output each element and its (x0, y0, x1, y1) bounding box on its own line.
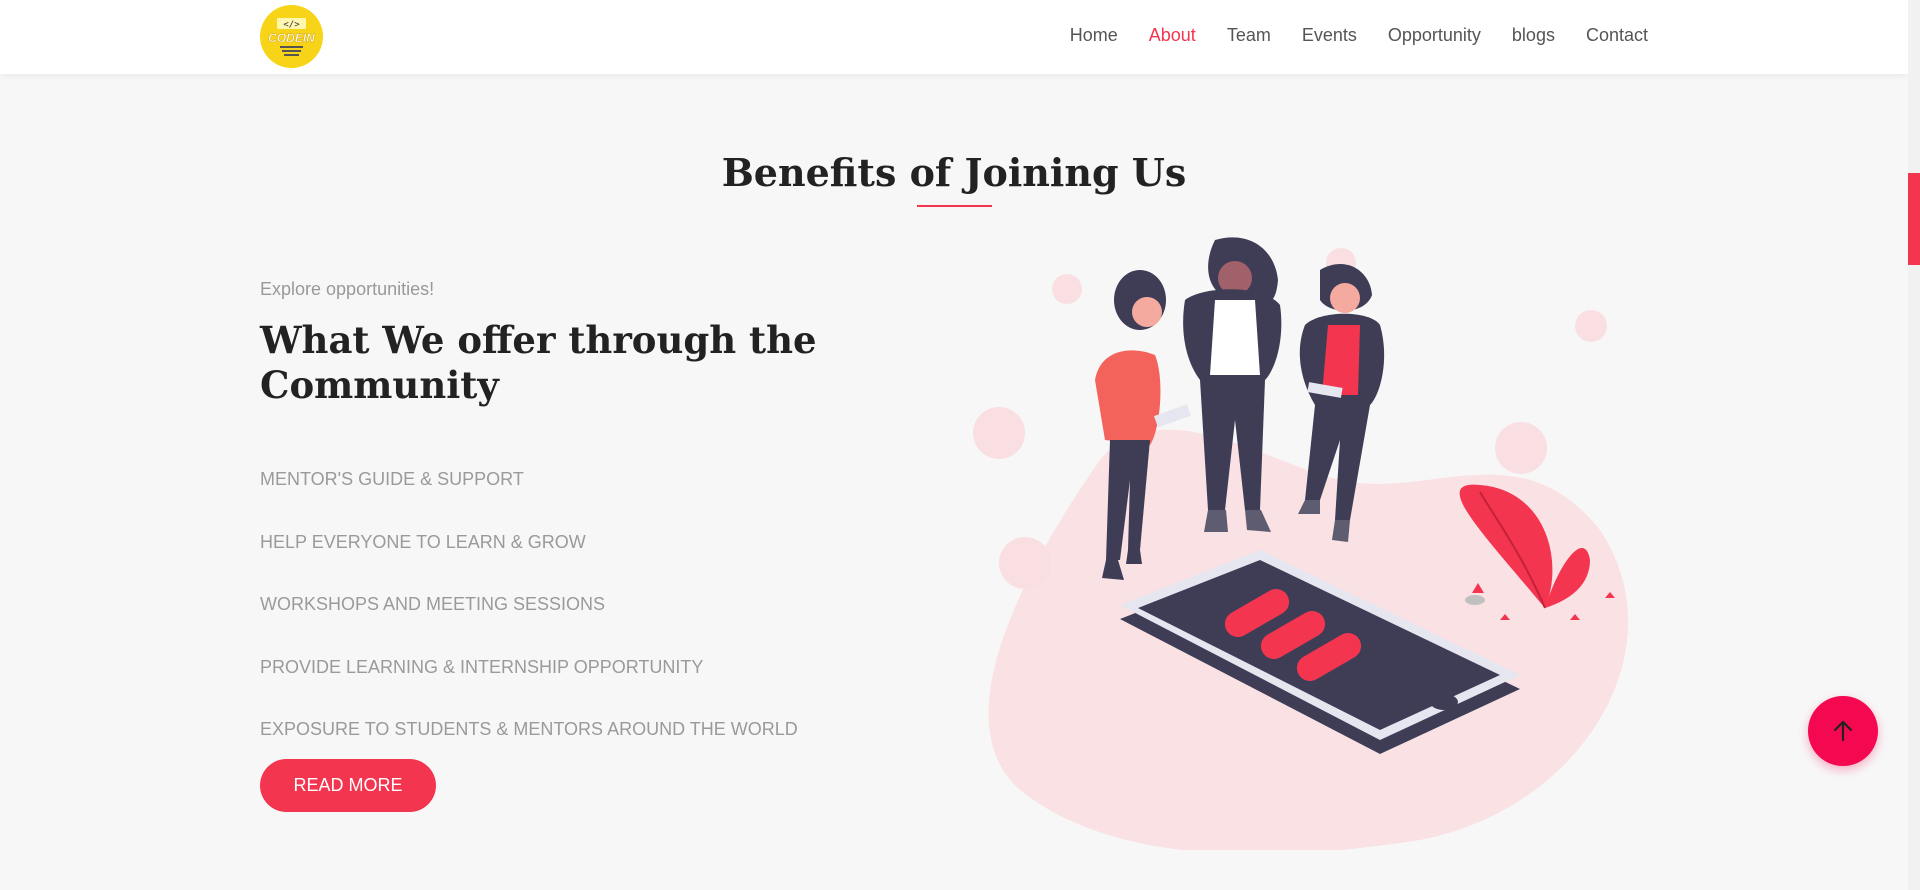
benefit-item: MENTOR'S GUIDE & SUPPORT (260, 469, 524, 489)
logo-wordmark: CODEIN (268, 31, 315, 45)
section-title: Benefits of Joining Us (721, 150, 1187, 195)
logo-code: </> (283, 20, 300, 30)
benefit-item: WORKSHOPS AND MEETING SESSIONS (260, 594, 606, 614)
benefit-item: HELP EVERYONE TO LEARN & GROW (260, 532, 586, 552)
nav-events[interactable]: Events (1302, 25, 1357, 46)
scrollbar-thumb[interactable] (1908, 173, 1920, 265)
team-phone-illustration (973, 237, 1628, 850)
back-to-top-button[interactable] (1808, 696, 1878, 766)
codein-logo[interactable]: </> CODEIN (260, 5, 323, 68)
nav-home[interactable]: Home (1070, 25, 1118, 46)
benefit-item: PROVIDE LEARNING & INTERNSHIP OPPORTUNIT… (260, 657, 704, 677)
scrollbar[interactable] (1908, 0, 1920, 890)
navbar: </> CODEIN Home About Team Events Opport… (0, 0, 1908, 74)
nav-about[interactable]: About (1149, 25, 1196, 46)
logo-graphic: </> CODEIN (260, 5, 323, 68)
nav-opportunity[interactable]: Opportunity (1388, 25, 1481, 46)
main-nav: Home About Team Events Opportunity blogs… (1039, 25, 1648, 46)
title-underline (917, 205, 992, 207)
offer-heading: What We offer through the Community (260, 318, 817, 407)
benefit-item: EXPOSURE TO STUDENTS & MENTORS AROUND TH… (260, 719, 798, 739)
arrow-up-icon (1833, 720, 1853, 742)
nav-blogs[interactable]: blogs (1512, 25, 1555, 46)
nav-contact[interactable]: Contact (1586, 25, 1648, 46)
offer-eyebrow: Explore opportunities! (260, 279, 435, 299)
read-more-button[interactable]: READ MORE (260, 759, 436, 812)
nav-team[interactable]: Team (1227, 25, 1271, 46)
